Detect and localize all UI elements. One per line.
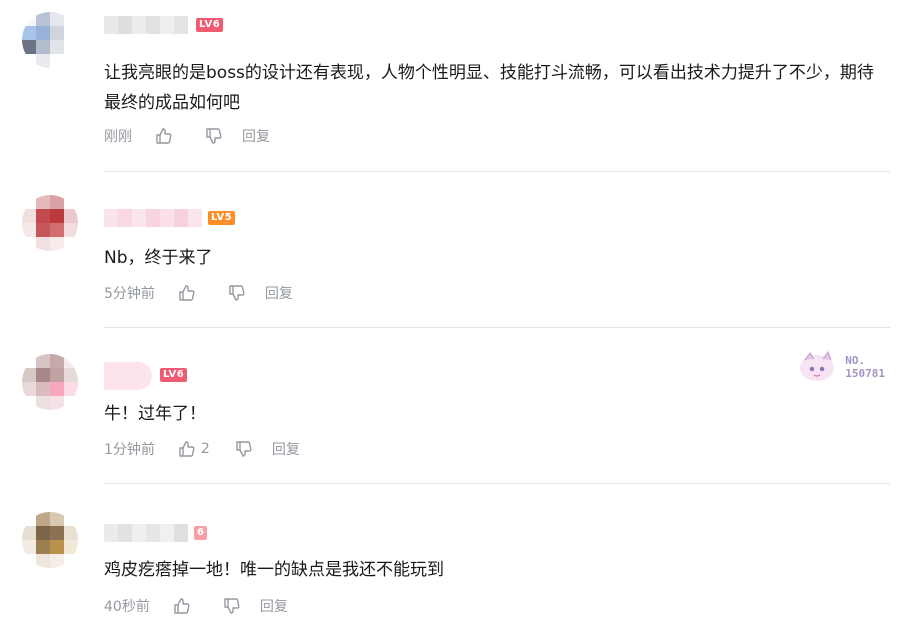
comment-time: 40秒前	[104, 599, 150, 615]
level-badge: LV6	[196, 18, 224, 32]
like-count: 2	[200, 441, 210, 457]
username[interactable]	[104, 362, 152, 390]
fan-badge-number: 150781	[845, 367, 885, 380]
thumb-up-icon[interactable]	[177, 439, 197, 459]
comment-time: 刚刚	[104, 129, 132, 145]
comment-text: 牛！过年了！	[104, 404, 206, 424]
thumb-up-icon[interactable]	[172, 596, 192, 616]
comment-text: Nb，终于来了	[104, 248, 213, 268]
comment-item: LV6 让我亮眼的是boss的设计还有表现，人物个性明显、技能打斗流畅，可以看出…	[0, 12, 905, 172]
thumb-down-icon[interactable]	[222, 596, 242, 616]
level-badge: LV5	[208, 211, 236, 225]
avatar[interactable]	[22, 354, 78, 410]
level-badge: 6	[194, 526, 208, 540]
level-badge: LV6	[160, 368, 188, 382]
reply-button[interactable]: 回复	[272, 439, 300, 459]
thumb-up-icon[interactable]	[177, 283, 197, 303]
divider	[104, 171, 890, 172]
avatar[interactable]	[22, 512, 78, 568]
comment-time: 5分钟前	[104, 286, 155, 302]
comment-actions: 40秒前 回复	[104, 596, 288, 616]
comment-text: 鸡皮疙瘩掉一地！唯一的缺点是我还不能玩到	[104, 560, 444, 580]
comment-item: LV5 Nb，终于来了 5分钟前 回复	[0, 195, 905, 329]
reply-button[interactable]: 回复	[242, 126, 270, 146]
comment-item: LV6 NO. 150781 牛！过年了！ 1分钟前 2 回复	[0, 350, 905, 484]
comment-actions: 5分钟前 回复	[104, 283, 293, 303]
avatar[interactable]	[22, 12, 78, 68]
comment-actions: 1分钟前 2 回复	[104, 439, 300, 459]
fan-badge: NO. 150781	[797, 350, 885, 384]
thumb-up-icon[interactable]	[154, 126, 174, 146]
username[interactable]	[104, 209, 202, 227]
reply-button[interactable]: 回复	[265, 283, 293, 303]
reply-button[interactable]: 回复	[260, 596, 288, 616]
comment-time: 1分钟前	[104, 442, 155, 458]
comment-actions: 刚刚 回复	[104, 126, 270, 146]
thumb-down-icon[interactable]	[234, 439, 254, 459]
fan-badge-label: NO.	[845, 354, 866, 367]
avatar[interactable]	[22, 195, 78, 251]
username[interactable]	[104, 16, 188, 34]
fan-badge-avatar-icon	[800, 350, 835, 381]
divider	[104, 327, 890, 328]
thumb-down-icon[interactable]	[204, 126, 224, 146]
comment-text: 让我亮眼的是boss的设计还有表现，人物个性明显、技能打斗流畅，可以看出技术力提…	[104, 63, 874, 113]
comment-item: 6 鸡皮疙瘩掉一地！唯一的缺点是我还不能玩到 40秒前 回复	[0, 512, 905, 632]
thumb-down-icon[interactable]	[227, 283, 247, 303]
username[interactable]	[104, 524, 188, 542]
divider	[104, 483, 890, 484]
